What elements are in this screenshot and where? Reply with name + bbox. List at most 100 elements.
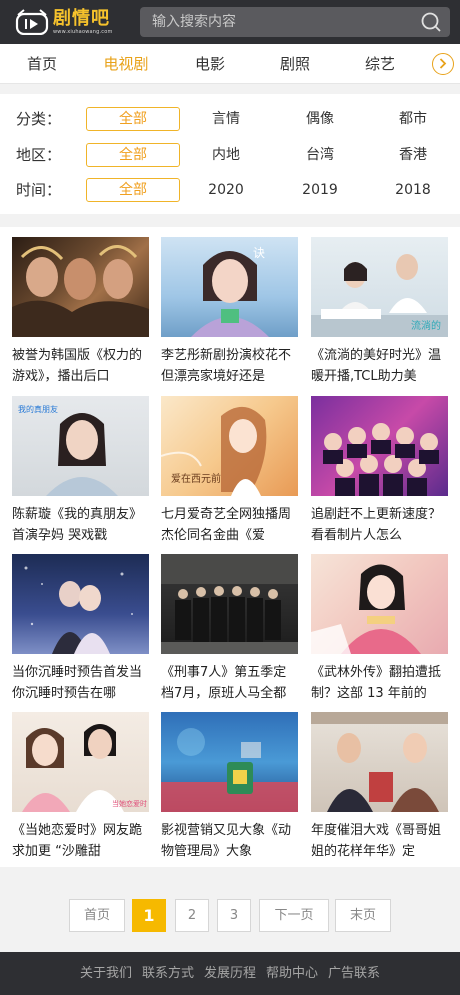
article-grid: 被誉为韩国版《权力的游戏》，播出后口 诀 李艺彤新剧扮演校花不但漂亮家境好还是 …	[0, 227, 460, 867]
article-title[interactable]: 《流淌的美好时光》温暖开播,TCL助力美	[311, 345, 448, 387]
nav-item-movie[interactable]: 电影	[175, 44, 245, 84]
tv-play-icon	[15, 9, 49, 35]
search-box	[140, 7, 450, 37]
article-thumbnail[interactable]	[311, 554, 448, 654]
svg-text:爱在西元前: 爱在西元前	[171, 472, 221, 485]
footer-link-about[interactable]: 关于我们	[80, 952, 132, 995]
article-title[interactable]: 年度催泪大戏《哥哥姐姐的花样年华》定	[311, 820, 448, 862]
poster-image: 爱在西元前	[161, 406, 267, 496]
filter-option[interactable]: 言情	[179, 107, 273, 131]
article-card[interactable]: 被誉为韩国版《权力的游戏》，播出后口	[12, 237, 149, 387]
chevron-right-icon	[439, 58, 447, 69]
article-card[interactable]: 当你沉睡时预告首发当你沉睡时预告在哪	[12, 554, 149, 704]
svg-text:当她恋爱时: 当她恋爱时	[112, 799, 147, 808]
article-title[interactable]: 影视营销又见大象《动物管理局》大象	[161, 820, 298, 862]
search-input[interactable]	[152, 7, 412, 37]
article-title[interactable]: 李艺彤新剧扮演校花不但漂亮家境好还是	[161, 345, 298, 387]
filter-label: 分类：	[16, 110, 62, 128]
poster-image	[323, 423, 439, 496]
article-title[interactable]: 陈薪璇《我的真朋友》 首演孕妈 哭戏戳	[12, 504, 149, 546]
filter-option-all[interactable]: 全部	[86, 107, 180, 131]
filter-panel: 分类： 全部 言情 偶像 都市 地区： 全部 内地 台湾 香港 时间： 全部 2…	[0, 94, 460, 214]
filter-option[interactable]: 香港	[366, 143, 460, 167]
filter-label: 地区：	[16, 146, 62, 164]
article-title[interactable]: 追剧赶不上更新速度？看看制片人怎么	[311, 504, 448, 546]
nav-more-button[interactable]	[432, 53, 454, 75]
filter-option[interactable]: 2018	[366, 178, 460, 202]
filter-row-year: 时间： 全部 2020 2019 2018	[0, 175, 460, 205]
logo-domain: www.xiuhaowang.com	[53, 29, 113, 35]
site-logo[interactable]: 剧情吧 www.xiuhaowang.com	[15, 7, 113, 37]
poster-image: 流淌的	[311, 254, 448, 337]
filter-option[interactable]: 2019	[273, 178, 367, 202]
article-card[interactable]: 当她恋爱时 《当她恋爱时》网友跪求加更 “沙雕甜	[12, 712, 149, 862]
article-card[interactable]: 流淌的 《流淌的美好时光》温暖开播,TCL助力美	[311, 237, 448, 387]
article-card[interactable]: 年度催泪大戏《哥哥姐姐的花样年华》定	[311, 712, 448, 862]
filter-option-all[interactable]: 全部	[86, 143, 180, 167]
article-title[interactable]: 七月爱奇艺全网独播周杰伦同名金曲《爱	[161, 504, 298, 546]
logo-title: 剧情吧	[53, 8, 110, 29]
article-card[interactable]: 影视营销又见大象《动物管理局》大象	[161, 712, 298, 862]
article-thumbnail[interactable]: 当她恋爱时	[12, 712, 149, 812]
page-button[interactable]: 3	[217, 899, 251, 932]
pagination: 首页 1 2 3 下一页 末页	[0, 867, 460, 952]
page-button[interactable]: 2	[175, 899, 209, 932]
top-header-bar: 剧情吧 www.xiuhaowang.com	[0, 0, 460, 44]
article-thumbnail[interactable]: 爱在西元前	[161, 396, 298, 496]
article-thumbnail[interactable]: 我的真朋友	[12, 396, 149, 496]
article-thumbnail[interactable]	[161, 712, 298, 812]
poster-image	[311, 564, 421, 654]
nav-item-stills[interactable]: 剧照	[260, 44, 330, 84]
poster-image	[24, 566, 133, 654]
filter-option[interactable]: 台湾	[273, 143, 367, 167]
article-card[interactable]: 我的真朋友 陈薪璇《我的真朋友》 首演孕妈 哭戏戳	[12, 396, 149, 546]
article-card[interactable]: 《刑事7人》第五季定档7月，原班人马全都	[161, 554, 298, 704]
page-first-button[interactable]: 首页	[69, 899, 125, 932]
article-title[interactable]: 被誉为韩国版《权力的游戏》，播出后口	[12, 345, 149, 387]
article-thumbnail[interactable]: 诀	[161, 237, 298, 337]
article-thumbnail[interactable]	[12, 554, 149, 654]
article-card[interactable]: 追剧赶不上更新速度？看看制片人怎么	[311, 396, 448, 546]
footer-link-history[interactable]: 发展历程	[204, 952, 256, 995]
article-thumbnail[interactable]	[12, 237, 149, 337]
svg-text:我的真朋友: 我的真朋友	[18, 404, 58, 414]
svg-text:诀: 诀	[253, 246, 265, 260]
poster-image	[311, 712, 448, 812]
article-title[interactable]: 《当她恋爱时》网友跪求加更 “沙雕甜	[12, 820, 149, 862]
filter-row-category: 分类： 全部 言情 偶像 都市	[0, 104, 460, 134]
nav-item-variety[interactable]: 综艺	[345, 44, 415, 84]
filter-row-region: 地区： 全部 内地 台湾 香港	[0, 140, 460, 170]
article-card[interactable]: 《武林外传》翻拍遭抵制？这部 13 年前的	[311, 554, 448, 704]
article-thumbnail[interactable]	[161, 554, 298, 654]
page-last-button[interactable]: 末页	[335, 899, 391, 932]
article-thumbnail[interactable]	[311, 712, 448, 812]
article-thumbnail[interactable]: 流淌的	[311, 237, 448, 337]
article-title[interactable]: 当你沉睡时预告首发当你沉睡时预告在哪	[12, 662, 149, 704]
article-card[interactable]: 诀 李艺彤新剧扮演校花不但漂亮家境好还是	[161, 237, 298, 387]
page-next-button[interactable]: 下一页	[259, 899, 329, 932]
filter-option[interactable]: 偶像	[273, 107, 367, 131]
footer-link-ads[interactable]: 广告联系	[328, 952, 380, 995]
filter-option[interactable]: 都市	[366, 107, 460, 131]
footer-link-help[interactable]: 帮助中心	[266, 952, 318, 995]
poster-image: 当她恋爱时	[22, 724, 147, 812]
article-card[interactable]: 爱在西元前 七月爱奇艺全网独播周杰伦同名金曲《爱	[161, 396, 298, 546]
search-icon[interactable]	[420, 11, 442, 33]
poster-image: 诀	[191, 246, 269, 337]
filter-option-all[interactable]: 全部	[86, 178, 180, 202]
nav-item-tv[interactable]: 电视剧	[91, 44, 161, 84]
category-nav: 首页 电视剧 电影 剧照 综艺	[0, 44, 460, 84]
poster-image	[12, 245, 149, 337]
article-title[interactable]: 《武林外传》翻拍遭抵制？这部 13 年前的	[311, 662, 448, 704]
filter-option[interactable]: 2020	[179, 178, 273, 202]
poster-image: 我的真朋友	[18, 404, 118, 496]
filter-option[interactable]: 内地	[179, 143, 273, 167]
svg-text:流淌的: 流淌的	[411, 319, 441, 332]
poster-image	[161, 728, 298, 812]
article-thumbnail[interactable]	[311, 396, 448, 496]
footer-link-contact[interactable]: 联系方式	[142, 952, 194, 995]
article-title[interactable]: 《刑事7人》第五季定档7月，原班人马全都	[161, 662, 298, 704]
page-button-current[interactable]: 1	[132, 899, 166, 932]
poster-image	[161, 554, 298, 654]
nav-item-home[interactable]: 首页	[7, 44, 77, 84]
